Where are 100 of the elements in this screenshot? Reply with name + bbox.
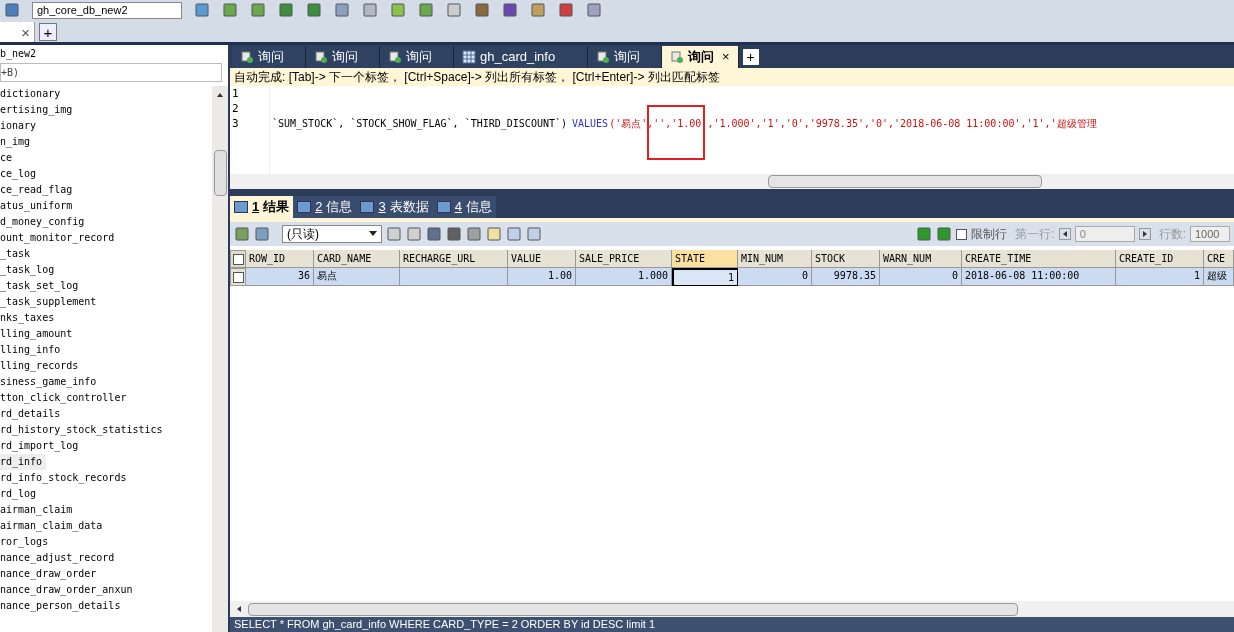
select-all-checkbox[interactable] [232,253,244,265]
column-header[interactable]: VALUE [508,250,576,268]
table-list-item[interactable]: n_img [0,134,35,150]
toolbar-icon[interactable] [418,2,434,18]
toolbar-icon[interactable] [278,2,294,18]
form-view-icon[interactable] [506,226,522,242]
limit-rows-checkbox[interactable] [956,228,968,240]
table-list-item[interactable]: _task_set_log [0,278,83,294]
refresh-icon[interactable] [936,226,953,242]
add-tab-button[interactable]: + [742,49,759,65]
table-list-item[interactable]: _task_log [0,262,59,278]
toolbar-icon[interactable] [586,2,602,18]
table-list-item[interactable]: ionary [0,118,41,134]
copy-icon[interactable] [406,226,422,242]
column-header[interactable]: MIN_NUM [738,250,812,268]
save-icon[interactable] [426,226,442,242]
table-list-item[interactable]: ce_read_flag [0,182,77,198]
rows-field[interactable]: 1000 [1190,226,1230,242]
column-header[interactable]: RECHARGE_URL [400,250,508,268]
scroll-thumb[interactable] [213,150,227,196]
table-list-item[interactable]: ce [0,150,17,166]
delete-icon[interactable] [446,226,462,242]
database-icon[interactable] [4,2,20,18]
table-list-item[interactable]: nance_person_details [0,598,125,614]
column-header[interactable]: CRE [1204,250,1234,268]
table-list-item[interactable]: lling_records [0,358,83,374]
column-header[interactable]: ROW_ID [246,250,314,268]
table-list-item[interactable]: nance_adjust_record [0,550,119,566]
table-list-item[interactable]: rd_history_stock_statistics [0,422,167,438]
export-icon[interactable] [254,226,270,242]
filter-icon[interactable] [916,226,933,242]
query-tab[interactable]: 询问 × [662,46,739,68]
grid-view-icon[interactable] [486,226,502,242]
database-select[interactable]: gh_core_db_new2 [32,1,182,19]
text-view-icon[interactable] [526,226,542,242]
scroll-thumb[interactable] [248,602,1018,616]
add-row-icon[interactable] [386,226,402,242]
table-list-item[interactable]: rd_info [0,454,47,470]
table-list-item[interactable]: lling_info [0,342,65,358]
column-header[interactable]: SALE_PRICE [576,250,672,268]
cancel-icon[interactable] [466,226,482,242]
toolbar-icon[interactable] [446,2,462,18]
query-tab[interactable]: 询问 [380,46,454,68]
table-list-item[interactable]: lling_amount [0,326,77,342]
result-tab[interactable]: 4 信息 [432,196,496,218]
result-tab[interactable]: 1 结果 [230,196,294,218]
result-tab[interactable]: 2 信息 [293,196,357,218]
close-icon[interactable]: × [21,24,30,40]
vertical-scrollbar[interactable] [212,86,228,632]
scroll-thumb[interactable] [768,175,1042,188]
toolbar-icon[interactable] [474,2,490,18]
table-list-item[interactable]: d_money_config [0,214,89,230]
table-list-item[interactable]: ertising_img [0,102,77,118]
filter-field[interactable]: +B) [0,63,222,82]
next-icon[interactable] [1138,228,1151,240]
toolbar-icon[interactable] [502,2,518,18]
table-list-item[interactable]: ce_log [0,166,41,182]
add-tab-button[interactable]: + [39,23,57,41]
column-header[interactable]: WARN_NUM [880,250,962,268]
connection-tab[interactable]: × [0,22,35,42]
table-list-item[interactable]: dictionary [0,86,65,102]
table-list-item[interactable]: airman_claim [0,502,77,518]
table-list-item[interactable]: _task_supplement [0,294,101,310]
table-list-item[interactable]: nks_taxes [0,310,59,326]
toolbar-icon[interactable] [306,2,322,18]
row-checkbox[interactable] [232,271,244,283]
toolbar-icon[interactable] [530,2,546,18]
table-list-item[interactable]: nance_draw_order_anxun [0,582,137,598]
column-header[interactable]: CREATE_ID [1116,250,1204,268]
table-list-item[interactable]: _task [0,246,35,262]
previous-icon[interactable] [1058,228,1071,240]
close-icon[interactable]: × [722,47,730,67]
column-header[interactable]: STOCK [812,250,880,268]
toolbar-icon[interactable] [362,2,378,18]
query-tab[interactable]: gh_card_info [454,46,588,68]
mode-dropdown[interactable]: (只读) [282,225,382,243]
toolbar-icon[interactable] [390,2,406,18]
table-list-item[interactable]: tton_click_controller [0,390,131,406]
toolbar-icon[interactable] [222,2,238,18]
table-list-item[interactable]: ount_monitor_record [0,230,119,246]
table-list-item[interactable]: atus_uniform [0,198,77,214]
column-header[interactable]: CREATE_TIME [962,250,1116,268]
table-list-item[interactable]: airman_claim_data [0,518,107,534]
toolbar-icon[interactable] [334,2,350,18]
column-header[interactable]: CARD_NAME [314,250,400,268]
table-list-item[interactable]: siness_game_info [0,374,101,390]
toolbar-icon[interactable] [558,2,574,18]
result-tab[interactable]: 3 表数据 [356,196,433,218]
table-list-item[interactable]: nance_draw_order [0,566,101,582]
table-list-item[interactable]: rd_import_log [0,438,83,454]
query-tab[interactable]: 询问 [306,46,380,68]
grid-icon[interactable] [234,226,250,242]
toolbar-icon[interactable] [194,2,210,18]
table-list-item[interactable]: rd_info_stock_records [0,470,131,486]
horizontal-scrollbar[interactable] [230,174,1234,189]
query-tab[interactable]: 询问 [588,46,662,68]
table-list-item[interactable]: rd_details [0,406,65,422]
table-list-item[interactable]: rd_log [0,486,41,502]
column-header[interactable]: STATE [672,250,738,268]
horizontal-scrollbar[interactable] [230,601,1234,617]
